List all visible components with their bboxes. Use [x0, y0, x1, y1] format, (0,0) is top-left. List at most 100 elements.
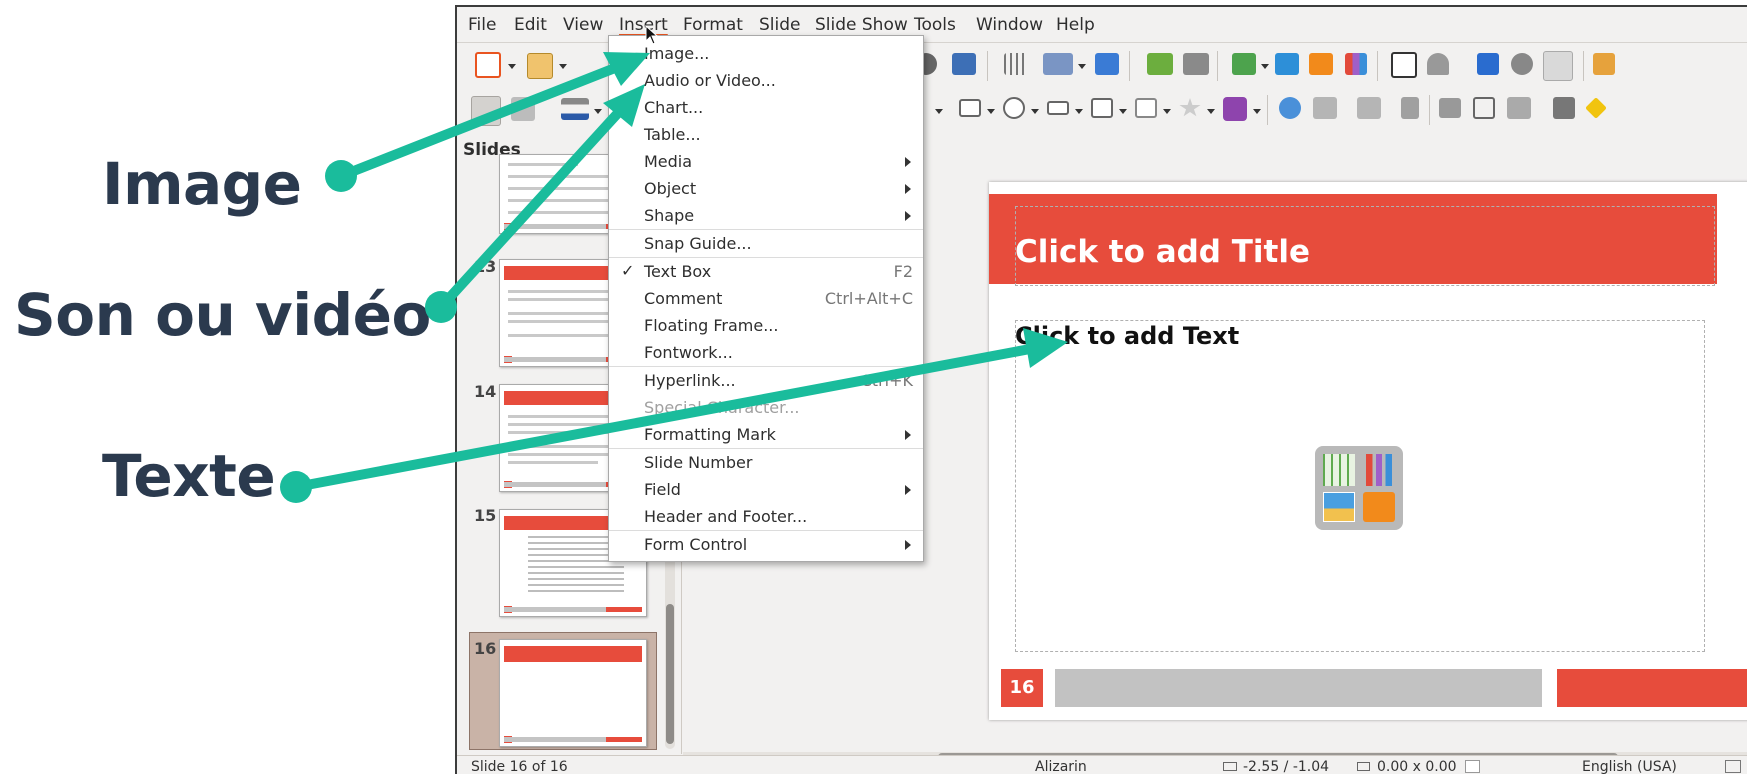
filter-icon[interactable]	[1507, 97, 1531, 119]
view-layout-icon[interactable]	[1725, 760, 1741, 773]
slide-number-field: 16	[1001, 669, 1043, 707]
slides-scrollbar-thumb[interactable]	[666, 604, 674, 744]
document-modified-icon[interactable]	[1465, 760, 1480, 773]
new-slide-icon[interactable]	[475, 52, 501, 78]
chevron-down-icon[interactable]	[1078, 64, 1086, 69]
sidebar-toggle-icon[interactable]	[1593, 53, 1615, 75]
chevron-down-icon[interactable]	[1075, 109, 1083, 114]
menu-item-slide-number[interactable]: Slide Number	[609, 450, 923, 476]
menu-item-form-control[interactable]: Form Control	[609, 532, 923, 558]
distribute-icon[interactable]	[1401, 97, 1419, 119]
menu-item-table[interactable]: Table...	[609, 122, 923, 148]
slide-canvas[interactable]: Click to add Title Click to add Text 16	[989, 182, 1747, 720]
hyperlink-icon[interactable]	[1511, 53, 1533, 75]
menu-item-media[interactable]: Media	[609, 149, 923, 175]
chart-icon[interactable]	[1345, 53, 1367, 75]
menu-item-audio-video[interactable]: Audio or Video...	[609, 68, 923, 94]
zoom-pan-icon[interactable]	[511, 97, 535, 121]
chevron-down-icon[interactable]	[594, 109, 602, 114]
open-folder-icon[interactable]	[527, 53, 553, 79]
menu-file[interactable]: File	[468, 15, 496, 35]
crop-icon[interactable]	[1473, 97, 1495, 119]
submenu-arrow-icon	[905, 430, 911, 440]
glue-pencil-icon[interactable]	[1585, 97, 1607, 119]
menu-item-hyperlink[interactable]: Hyperlink... Ctrl+K	[609, 368, 923, 394]
chevron-down-icon[interactable]	[987, 109, 995, 114]
insert-audio-video-icon[interactable]	[1363, 492, 1395, 522]
menu-item-comment[interactable]: Comment Ctrl+Alt+C	[609, 286, 923, 312]
start-current-slideshow-icon[interactable]	[1183, 53, 1209, 75]
insert-chart-icon[interactable]	[1363, 454, 1395, 486]
insert-image-icon[interactable]	[1323, 492, 1355, 522]
submenu-arrow-icon	[905, 211, 911, 221]
display-views-icon[interactable]	[1043, 53, 1073, 75]
menu-edit[interactable]: Edit	[514, 15, 547, 35]
menu-tools[interactable]: Tools	[914, 15, 956, 35]
table-icon[interactable]	[1232, 53, 1256, 75]
chevron-down-icon[interactable]	[1253, 109, 1261, 114]
block-arrow-icon[interactable]	[1047, 101, 1069, 115]
annotation-image-label: Image	[102, 150, 302, 218]
master-slide-icon[interactable]	[1095, 53, 1119, 75]
menu-slide-show[interactable]: Slide Show	[815, 15, 908, 35]
flowchart-icon[interactable]	[1091, 98, 1113, 118]
menu-item-shape[interactable]: Shape	[609, 203, 923, 229]
grid-icon[interactable]	[1004, 53, 1028, 75]
special-character-icon[interactable]	[1427, 53, 1449, 75]
chevron-down-icon[interactable]	[508, 64, 516, 69]
rotate-icon[interactable]	[1279, 97, 1301, 119]
arrange-icon[interactable]	[1357, 97, 1381, 119]
menu-slide[interactable]: Slide	[759, 15, 801, 35]
chevron-down-icon[interactable]	[1261, 64, 1269, 69]
line-color-icon[interactable]	[561, 98, 589, 120]
callout-icon[interactable]	[1135, 98, 1157, 118]
media-icon[interactable]	[1309, 53, 1333, 75]
toolbar-separator	[1217, 51, 1218, 81]
chevron-down-icon[interactable]	[559, 64, 567, 69]
select-pointer-icon[interactable]	[471, 96, 501, 126]
spellcheck-icon[interactable]	[952, 53, 976, 75]
shadow-icon[interactable]	[1439, 98, 1461, 118]
status-language[interactable]: English (USA)	[1582, 759, 1677, 774]
menu-item-fontwork[interactable]: Fontwork...	[609, 340, 923, 366]
insert-table-icon[interactable]	[1323, 454, 1355, 486]
menu-format[interactable]: Format	[683, 15, 743, 35]
align-objects-icon[interactable]	[1313, 97, 1337, 119]
chevron-down-icon[interactable]	[1031, 109, 1039, 114]
menu-item-field[interactable]: Field	[609, 477, 923, 503]
fontwork-icon[interactable]	[1477, 53, 1499, 75]
start-slideshow-icon[interactable]	[1147, 53, 1173, 75]
menu-help[interactable]: Help	[1056, 15, 1095, 35]
menu-view[interactable]: View	[563, 15, 603, 35]
chevron-down-icon[interactable]	[1163, 109, 1171, 114]
status-size: 0.00 x 0.00	[1377, 759, 1457, 774]
menu-item-snap-guide[interactable]: Snap Guide...	[609, 231, 923, 257]
title-placeholder[interactable]: Click to add Title	[1015, 234, 1310, 270]
menu-item-floating-frame[interactable]: Floating Frame...	[609, 313, 923, 339]
menu-item-chart[interactable]: Chart...	[609, 95, 923, 121]
status-theme[interactable]: Alizarin	[1035, 759, 1087, 774]
show-draw-functions-icon[interactable]	[1543, 51, 1573, 81]
menu-item-text-box[interactable]: ✓ Text Box F2	[609, 259, 923, 285]
submenu-arrow-icon	[905, 540, 911, 550]
chevron-down-icon[interactable]	[1119, 109, 1127, 114]
menu-item-object[interactable]: Object	[609, 176, 923, 202]
chevron-down-icon[interactable]	[1207, 109, 1215, 114]
image-icon[interactable]	[1275, 53, 1299, 75]
star-icon[interactable]	[1179, 98, 1201, 117]
menu-separator	[609, 530, 923, 531]
rectangle-icon[interactable]	[959, 99, 981, 117]
menu-item-header-footer[interactable]: Header and Footer...	[609, 504, 923, 530]
menu-insert[interactable]: Insert	[619, 15, 668, 35]
submenu-arrow-icon	[905, 157, 911, 167]
points-icon[interactable]	[1553, 97, 1575, 119]
3d-object-icon[interactable]	[1223, 97, 1247, 121]
smiley-icon[interactable]	[1003, 97, 1025, 119]
chevron-down-icon[interactable]	[935, 109, 943, 114]
text-box-icon[interactable]	[1391, 52, 1417, 78]
menu-item-formatting-mark[interactable]: Formatting Mark	[609, 422, 923, 448]
text-placeholder[interactable]: Click to add Text	[1015, 322, 1239, 350]
menu-window[interactable]: Window	[976, 15, 1043, 35]
mouse-cursor-icon	[645, 25, 659, 45]
slide-thumbnail-selected[interactable]	[499, 639, 647, 747]
